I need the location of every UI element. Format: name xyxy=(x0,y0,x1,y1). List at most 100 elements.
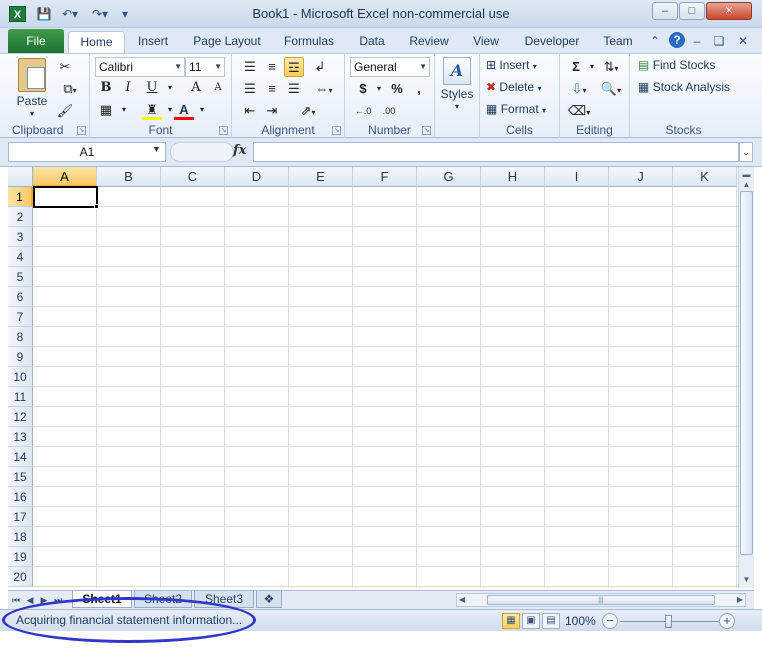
column-header[interactable]: H xyxy=(481,167,545,187)
column-header[interactable]: D xyxy=(225,167,289,187)
shrink-font-button[interactable]: A xyxy=(208,78,228,98)
tab-insert[interactable]: Insert xyxy=(130,31,176,53)
row-header[interactable]: 6 xyxy=(8,287,33,307)
normal-view-icon[interactable]: ▦ xyxy=(502,613,520,629)
maximize-button[interactable]: □ xyxy=(679,2,705,20)
name-box[interactable]: A1 xyxy=(8,142,166,162)
workbook-restore-icon[interactable]: ❏ xyxy=(712,32,726,50)
align-left-icon[interactable]: ☰ xyxy=(240,79,260,99)
align-center-icon[interactable]: ≡ xyxy=(262,79,282,99)
workbook-minimize-icon[interactable]: – xyxy=(690,32,704,50)
row-header[interactable]: 20 xyxy=(8,567,33,587)
tab-home[interactable]: Home xyxy=(68,31,125,53)
row-header[interactable]: 2 xyxy=(8,207,33,227)
insert-function-button[interactable]: fx xyxy=(233,143,246,158)
tab-data[interactable]: Data xyxy=(350,31,394,53)
sort-filter-icon[interactable]: ⇅▾ xyxy=(598,57,624,77)
scroll-down-icon[interactable]: ▼ xyxy=(739,572,754,587)
tab-review[interactable]: Review xyxy=(404,31,454,53)
column-header[interactable]: C xyxy=(161,167,225,187)
find-select-icon[interactable]: 🔍▾ xyxy=(598,79,624,99)
page-break-view-icon[interactable]: ▤ xyxy=(542,613,560,629)
italic-button[interactable]: I xyxy=(118,78,138,98)
align-bottom-icon[interactable]: ☲ xyxy=(284,57,304,77)
active-cell[interactable] xyxy=(33,186,98,208)
chevron-down-icon[interactable]: ▼ xyxy=(152,144,161,154)
zoom-level[interactable]: 100% xyxy=(565,614,596,628)
column-header[interactable]: E xyxy=(289,167,353,187)
horizontal-scroll-thumb[interactable]: ||| xyxy=(487,595,715,605)
row-header[interactable]: 13 xyxy=(8,427,33,447)
format-cells-button[interactable]: ▦ Format ▾ xyxy=(486,100,546,120)
borders-icon[interactable]: ▦ xyxy=(96,100,116,120)
percent-button[interactable]: % xyxy=(387,79,407,99)
row-header[interactable]: 14 xyxy=(8,447,33,467)
row-header[interactable]: 5 xyxy=(8,267,33,287)
grow-font-button[interactable]: A xyxy=(186,78,206,98)
copy-icon[interactable]: ⧉▾ xyxy=(55,79,85,99)
horizontal-scrollbar[interactable]: ◀ ||| ▶ xyxy=(456,593,746,607)
font-size-select[interactable]: 11 ▼ xyxy=(185,57,225,77)
minimize-ribbon-icon[interactable]: ⌃ xyxy=(648,32,662,50)
row-header[interactable]: 15 xyxy=(8,467,33,487)
comma-button[interactable]: , xyxy=(409,79,429,99)
format-painter-icon[interactable]: 🖌 xyxy=(55,101,75,121)
wrap-text-icon[interactable]: ↲ xyxy=(310,57,330,77)
column-header[interactable]: A xyxy=(33,167,97,187)
orientation-icon[interactable]: ⇗▾ xyxy=(294,101,322,121)
row-header[interactable]: 1 xyxy=(8,187,33,207)
zoom-slider-thumb[interactable] xyxy=(665,615,672,628)
column-header[interactable]: F xyxy=(353,167,417,187)
insert-sheet-icon[interactable]: ❖ xyxy=(256,591,282,608)
tab-developer[interactable]: Developer xyxy=(518,31,586,53)
row-header[interactable]: 4 xyxy=(8,247,33,267)
vertical-scroll-thumb[interactable] xyxy=(740,191,753,555)
row-header[interactable]: 19 xyxy=(8,547,33,567)
fill-handle[interactable] xyxy=(94,204,99,209)
bold-button[interactable]: B xyxy=(96,78,116,98)
find-stocks-button[interactable]: ▤ Find Stocks xyxy=(638,56,715,74)
column-header[interactable]: G xyxy=(417,167,481,187)
chevron-down-icon[interactable]: ▾ xyxy=(192,100,212,120)
minimize-button[interactable]: – xyxy=(652,2,678,20)
cut-icon[interactable]: ✂ xyxy=(55,57,75,77)
column-header[interactable]: J xyxy=(609,167,673,187)
row-header[interactable]: 12 xyxy=(8,407,33,427)
formula-input[interactable] xyxy=(253,142,739,162)
select-all-corner[interactable] xyxy=(8,167,33,187)
tab-view[interactable]: View xyxy=(464,31,508,53)
decrease-decimal-button[interactable]: .00 xyxy=(377,101,401,121)
alignment-launcher-icon[interactable]: ↘ xyxy=(332,126,341,135)
tab-page-layout[interactable]: Page Layout xyxy=(188,31,266,53)
underline-button[interactable]: U xyxy=(142,78,162,98)
increase-indent-icon[interactable]: ⇥ xyxy=(262,101,282,121)
font-color-icon[interactable]: A xyxy=(174,100,194,120)
workbook-close-icon[interactable]: ✕ xyxy=(736,32,750,50)
tab-formulas[interactable]: Formulas xyxy=(278,31,340,53)
column-header[interactable]: K xyxy=(673,167,737,187)
row-header[interactable]: 16 xyxy=(8,487,33,507)
tab-team[interactable]: Team xyxy=(596,31,640,53)
decrease-indent-icon[interactable]: ⇤ xyxy=(240,101,260,121)
zoom-out-icon[interactable]: − xyxy=(602,613,618,629)
clipboard-launcher-icon[interactable]: ↘ xyxy=(77,126,86,135)
tab-file[interactable]: File xyxy=(8,29,64,53)
number-launcher-icon[interactable]: ↘ xyxy=(422,126,431,135)
row-header[interactable]: 11 xyxy=(8,387,33,407)
close-button[interactable]: ✕ xyxy=(706,2,752,20)
stock-analysis-button[interactable]: ▦ Stock Analysis xyxy=(638,78,730,96)
increase-decimal-button[interactable]: ←.0 xyxy=(351,101,375,121)
scroll-left-icon[interactable]: ◀ xyxy=(459,594,465,606)
row-header[interactable]: 3 xyxy=(8,227,33,247)
insert-cells-button[interactable]: ⊞ Insert ▾ xyxy=(486,56,537,76)
help-icon[interactable]: ? xyxy=(669,32,685,48)
expand-formula-bar-icon[interactable]: ⌄ xyxy=(739,142,753,162)
column-header[interactable]: B xyxy=(97,167,161,187)
styles-button[interactable]: A Styles ▾ xyxy=(439,57,475,111)
column-header[interactable]: I xyxy=(545,167,609,187)
row-header[interactable]: 7 xyxy=(8,307,33,327)
fill-color-icon[interactable]: ♜ xyxy=(142,100,162,120)
chevron-down-icon[interactable]: ▾ xyxy=(369,79,389,99)
clear-icon[interactable]: ⌫▾ xyxy=(566,101,592,121)
cell-area[interactable] xyxy=(33,187,738,588)
